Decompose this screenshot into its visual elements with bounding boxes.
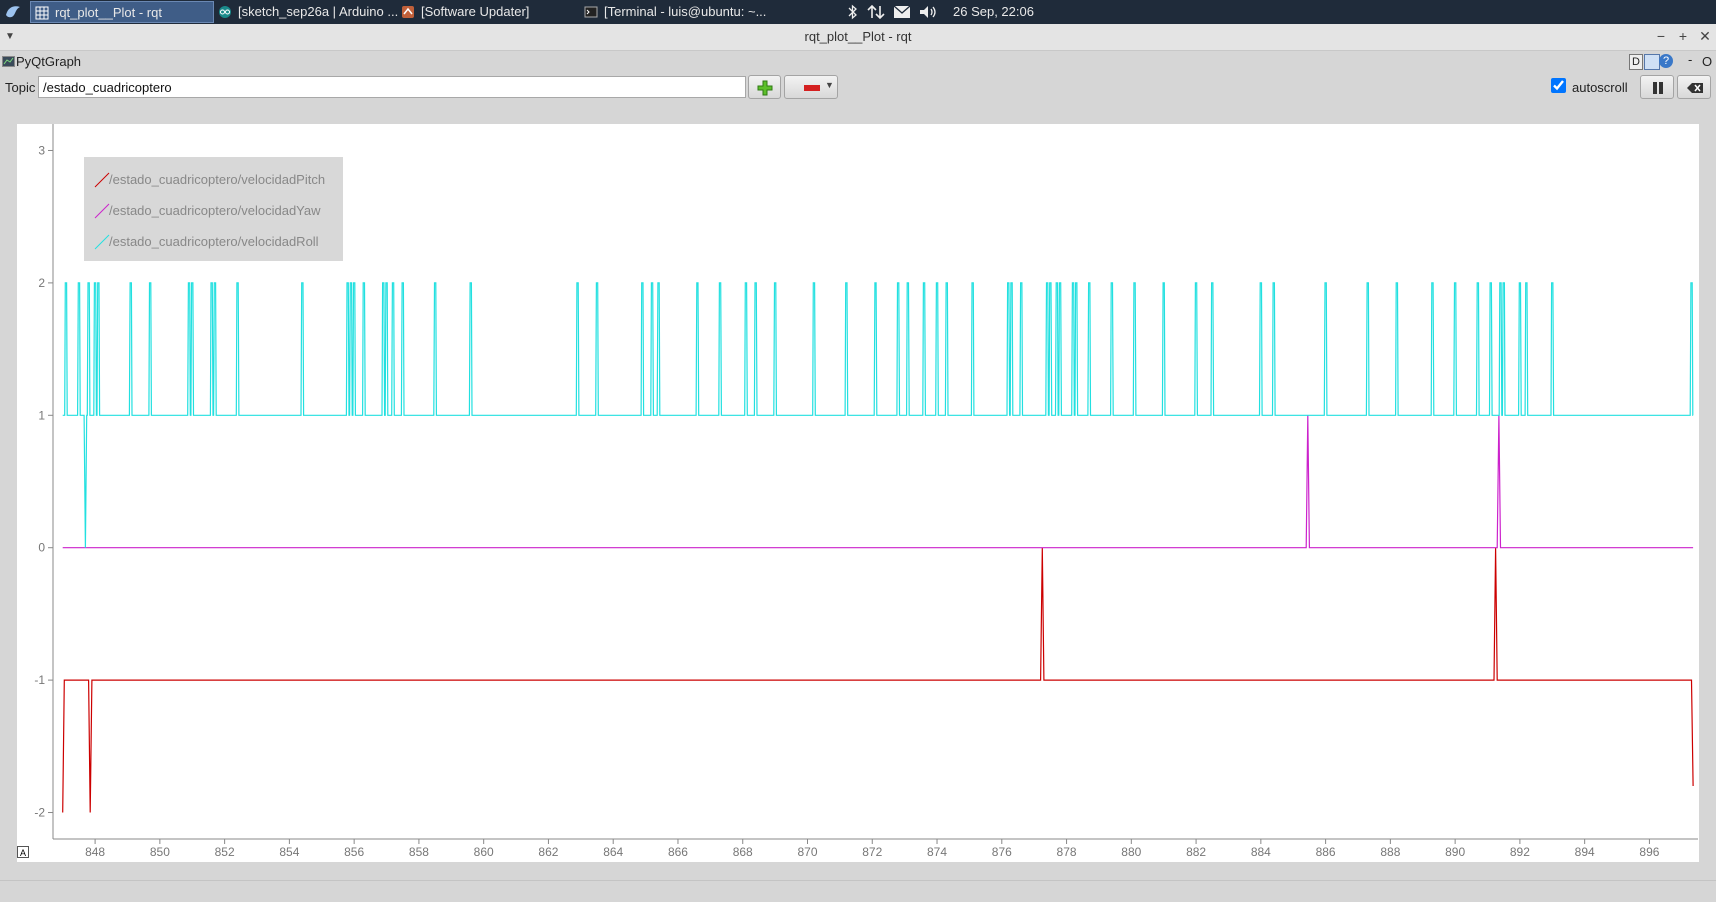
plot-canvas[interactable]: 3 2 1 0 -1 -2 848 850 852 854 856 858 860 862 864 866 86… xyxy=(17,124,1699,862)
auto-range-button[interactable]: A xyxy=(17,846,29,858)
legend[interactable]: /estado_cuadricoptero/velocidadPitch/est… xyxy=(84,157,343,261)
plugin-header: PyQtGraph D ? - O xyxy=(0,51,1716,73)
x-tick-label: 864 xyxy=(603,845,623,859)
series-line-1 xyxy=(62,415,1694,549)
clear-icon xyxy=(1687,83,1703,93)
close-plugin-button[interactable]: O xyxy=(1702,54,1712,69)
clock[interactable]: 26 Sep, 22:06 xyxy=(953,0,1034,24)
legend-entry: /estado_cuadricoptero/velocidadPitch xyxy=(109,172,325,187)
y-tick-label: -1 xyxy=(34,673,45,687)
volume-icon[interactable] xyxy=(918,0,938,24)
x-tick-label: 880 xyxy=(1121,845,1141,859)
x-tick-label: 884 xyxy=(1251,845,1271,859)
series-lines xyxy=(62,282,1694,813)
x-tick-label: 858 xyxy=(409,845,429,859)
x-tick-label: 848 xyxy=(85,845,105,859)
x-tick-label: 894 xyxy=(1575,845,1595,859)
x-tick-label: 878 xyxy=(1057,845,1077,859)
taskbar: rqt_plot__Plot - rqt [sketch_sep26a | Ar… xyxy=(0,0,1716,24)
y-tick-label: -2 xyxy=(34,806,45,820)
help-icon[interactable]: ? xyxy=(1659,54,1673,68)
taskbar-item-software-updater[interactable]: [Software Updater] xyxy=(397,1,601,23)
minus-icon xyxy=(804,85,820,91)
x-tick-label: 882 xyxy=(1186,845,1206,859)
reload-icon[interactable] xyxy=(1644,54,1660,70)
clear-button[interactable] xyxy=(1677,75,1711,99)
terminal-icon xyxy=(584,6,598,18)
x-tick-label: 874 xyxy=(927,845,947,859)
x-tick-label: 888 xyxy=(1380,845,1400,859)
x-tick-label: 856 xyxy=(344,845,364,859)
x-tick-label: 854 xyxy=(279,845,299,859)
plus-icon xyxy=(757,80,773,96)
y-tick-label: 3 xyxy=(38,143,45,157)
plugin-icon xyxy=(2,56,15,67)
autoscroll-checkbox[interactable] xyxy=(1551,78,1566,93)
y-tick-label: 0 xyxy=(38,541,45,555)
plot-area[interactable]: 3 2 1 0 -1 -2 848 850 852 854 856 858 860 862 864 866 86… xyxy=(17,124,1699,862)
y-tick-label: 1 xyxy=(38,408,45,422)
x-tick-label: 862 xyxy=(538,845,558,859)
mail-icon[interactable] xyxy=(893,0,911,24)
topic-toolbar: Topic ▼ autoscroll xyxy=(0,74,1716,102)
series-line-0 xyxy=(62,547,1694,813)
arduino-icon xyxy=(219,6,231,18)
taskbar-item-label: rqt_plot__Plot - rqt xyxy=(55,5,162,20)
status-bar xyxy=(0,880,1716,902)
y-tick-label: 2 xyxy=(38,276,45,290)
taskbar-item-label: [Software Updater] xyxy=(421,4,530,19)
window-title: rqt_plot__Plot - rqt xyxy=(804,29,912,44)
legend-entry: /estado_cuadricoptero/velocidadYaw xyxy=(109,203,321,218)
close-icon[interactable]: ✕ xyxy=(1696,27,1714,45)
add-topic-button[interactable] xyxy=(748,75,781,99)
maximize-icon[interactable]: + xyxy=(1674,27,1692,45)
topic-label: Topic xyxy=(5,80,36,95)
x-tick-label: 868 xyxy=(733,845,753,859)
window-titlebar: ▼ rqt_plot__Plot - rqt − + ✕ xyxy=(0,24,1716,51)
minimize-plugin-button[interactable]: - xyxy=(1688,52,1692,67)
x-tick-label: 852 xyxy=(215,845,235,859)
series-line-2 xyxy=(62,282,1694,548)
pause-icon xyxy=(1653,82,1663,94)
taskbar-item-arduino[interactable]: [sketch_sep26a | Arduino ... xyxy=(214,1,418,23)
remove-topic-button[interactable]: ▼ xyxy=(784,75,838,99)
x-tick-label: 850 xyxy=(150,845,170,859)
plugin-title: PyQtGraph xyxy=(16,54,82,69)
autoscroll-label: autoscroll xyxy=(1572,80,1628,95)
taskbar-item-label: [Terminal - luis@ubuntu: ~... xyxy=(604,4,767,19)
x-tick-label: 886 xyxy=(1316,845,1336,859)
taskbar-item-rqt[interactable]: rqt_plot__Plot - rqt xyxy=(30,1,214,23)
start-menu-icon[interactable] xyxy=(4,3,22,21)
x-tick-label: 866 xyxy=(668,845,688,859)
topic-input[interactable] xyxy=(38,76,746,98)
taskbar-item-terminal[interactable]: [Terminal - luis@ubuntu: ~... xyxy=(580,1,794,23)
minimize-icon[interactable]: − xyxy=(1652,27,1670,45)
bluetooth-icon[interactable] xyxy=(846,0,860,24)
taskbar-item-label: [sketch_sep26a | Arduino ... xyxy=(238,4,399,19)
network-icon[interactable] xyxy=(866,0,886,24)
dock-button[interactable]: D xyxy=(1629,54,1643,70)
grid-icon xyxy=(35,6,49,20)
x-tick-label: 890 xyxy=(1445,845,1465,859)
x-tick-label: 896 xyxy=(1639,845,1659,859)
x-tick-label: 892 xyxy=(1510,845,1530,859)
x-tick-label: 876 xyxy=(992,845,1012,859)
x-tick-label: 870 xyxy=(797,845,817,859)
legend-entry: /estado_cuadricoptero/velocidadRoll xyxy=(109,234,319,249)
chevron-down-icon: ▼ xyxy=(825,80,834,90)
x-tick-label: 872 xyxy=(862,845,882,859)
pause-button[interactable] xyxy=(1640,75,1674,99)
updater-icon xyxy=(402,6,414,18)
x-tick-label: 860 xyxy=(474,845,494,859)
